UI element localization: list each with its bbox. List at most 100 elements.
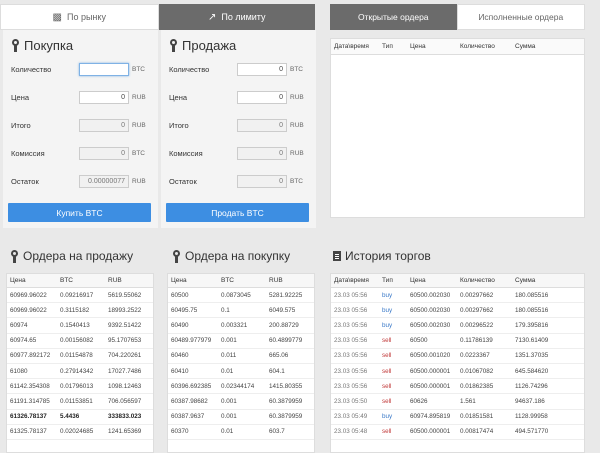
table-row[interactable]: 60495.75 0.1 6049.575	[168, 303, 314, 319]
table-row[interactable]: 23.03 05:50 sell 60626 1.561 94637.186	[331, 394, 584, 410]
buy-field-input[interactable]	[79, 90, 129, 104]
tab-market-label: По рынку	[66, 12, 106, 22]
table-cell: 17027.7486	[108, 367, 142, 375]
table-row[interactable]: 23.03 05:56 sell 60500 0.11786139 7130.61409	[331, 334, 584, 349]
column-header: BTC	[60, 277, 73, 284]
buy-orders-table: Цена BTC RUB 60500 0.0873045 5281.92225 60495…	[167, 273, 315, 453]
buy-orders-header: Цена BTC RUB	[168, 274, 314, 288]
table-row[interactable]: 60370 0.01 603.7	[168, 425, 314, 440]
open-orders-header: Дата\время Тип Цена Количество Сумма	[331, 39, 584, 55]
sell-orders-title: Ордера на продажу	[10, 249, 133, 263]
table-cell: 0.0223367	[460, 352, 490, 360]
table-cell: 0.1540413	[60, 321, 90, 329]
table-row[interactable]: 61080 0.27914342 17027.7486	[7, 364, 153, 380]
sell-row: Остаток BTC	[169, 174, 314, 188]
trade-type: buy	[382, 413, 393, 421]
table-row[interactable]: 23.03 05:56 sell 60500.000001 0.01862385 112…	[331, 379, 584, 395]
table-cell: 603.7	[269, 428, 285, 436]
table-row[interactable]: 60974 0.1540413 9392.51422	[7, 318, 153, 334]
table-cell: 60500.002030	[410, 291, 451, 299]
table-row[interactable]: 60410 0.01 604.1	[168, 364, 314, 380]
table-row[interactable]: 61326.78137 5.4436 333833.023	[7, 410, 153, 425]
sell-field-label: Количество	[169, 64, 210, 74]
trade-type: buy	[382, 321, 393, 329]
table-row[interactable]: 60500 0.0873045 5281.92225	[168, 288, 314, 304]
trade-history-table: Дата\время Тип Цена Количество Сумма 23.03 0…	[330, 273, 585, 453]
table-cell: 706.056597	[108, 397, 142, 405]
table-row[interactable]: 60490 0.003321 200.88729	[168, 318, 314, 334]
buy-field-unit: BTC	[132, 149, 145, 157]
buy-field-unit: RUB	[132, 93, 146, 101]
sell-orders-table: Цена BTC RUB 60969.96022 0.09216917 5619.550…	[6, 273, 154, 453]
table-cell: 23.03 05:56	[334, 367, 368, 375]
bar-chart-icon: ▩	[52, 11, 62, 23]
table-row[interactable]: 23.03 05:48 sell 60500.000001 0.00817474 494…	[331, 425, 584, 440]
table-row[interactable]: 60977.892172 0.01154878 704.220261	[7, 349, 153, 364]
tab-filled-orders[interactable]: Исполненные ордера	[456, 4, 585, 30]
sell-field-input[interactable]	[237, 90, 287, 104]
table-cell: 1126.74296	[515, 382, 548, 390]
table-cell: 0.01154878	[60, 352, 93, 360]
tab-open-orders[interactable]: Открытые ордера	[330, 4, 457, 30]
table-row[interactable]: 60460 0.011 665.06	[168, 349, 314, 364]
table-cell: 0.00817474	[460, 428, 494, 436]
trade-type: sell	[382, 352, 392, 360]
sell-btc-button[interactable]: Продать BTC	[166, 203, 309, 222]
table-row[interactable]: 60974.65 0.00156082 95.1707653	[7, 334, 153, 349]
table-cell: 0.0873045	[221, 291, 251, 299]
table-cell: 0.09216917	[60, 291, 94, 299]
table-row[interactable]: 60489.977979 0.001 60.4899779	[168, 334, 314, 349]
table-cell: 6049.575	[269, 306, 296, 314]
buy-field-unit: RUB	[132, 177, 146, 185]
table-cell: 60370	[171, 428, 189, 436]
buy-row: Цена RUB	[11, 90, 156, 104]
table-cell: 94637.186	[515, 397, 545, 405]
sell-row: Количество BTC	[169, 62, 314, 76]
sell-field-input[interactable]	[237, 62, 287, 76]
table-row[interactable]: 60969.96022 0.3115182 18993.2522	[7, 303, 153, 319]
table-row[interactable]: 61142.354308 0.01796013 1098.12463	[7, 379, 153, 395]
column-header: Сумма	[515, 43, 536, 50]
pin-icon	[169, 39, 178, 52]
table-cell: 200.88729	[269, 321, 299, 329]
table-row[interactable]: 23.03 05:49 buy 60974.895819 0.01851581 1128…	[331, 410, 584, 425]
buy-field-unit: RUB	[132, 121, 146, 129]
table-cell: 23.03 05:50	[334, 397, 368, 405]
table-row[interactable]: 61191.314785 0.01153851 706.056597	[7, 394, 153, 410]
table-row[interactable]: 23.03 05:56 sell 60500.001020 0.0223367 1351…	[331, 349, 584, 364]
table-cell: 0.27914342	[60, 367, 94, 375]
table-cell: 494.571770	[515, 428, 549, 436]
table-cell: 0.01	[221, 367, 234, 375]
tab-limit[interactable]: ↗ По лимиту	[158, 4, 315, 30]
table-cell: 18993.2522	[108, 306, 142, 314]
order-mode-tabs: ▩ По рынку ↗ По лимиту	[0, 4, 315, 30]
table-row[interactable]: 60387.98682 0.001 60.3879959	[168, 394, 314, 410]
table-row[interactable]: 61325.78137 0.02024685 1241.65369	[7, 425, 153, 440]
table-row[interactable]: 23.03 05:56 sell 60500.000001 0.01067082 645…	[331, 364, 584, 380]
buy-field-input[interactable]	[79, 62, 129, 76]
table-cell: 60500.000001	[410, 367, 451, 375]
table-row[interactable]: 23.03 05:56 buy 60500.002030 0.00297662 180.…	[331, 288, 584, 304]
table-cell: 0.00156082	[60, 337, 94, 345]
table-cell: 61191.314785	[10, 397, 50, 405]
table-row[interactable]: 60387.9637 0.001 60.3879959	[168, 410, 314, 425]
table-row[interactable]: 60396.692385 0.02344174 1415.80355	[168, 379, 314, 395]
table-cell: 180.085516	[515, 306, 549, 314]
buy-field-input	[79, 146, 129, 160]
buy-field-label: Итого	[11, 120, 31, 130]
table-cell: 1.561	[460, 397, 476, 405]
table-row[interactable]: 23.03 05:56 buy 60500.002030 0.00296522 179.…	[331, 318, 584, 334]
table-cell: 60.3879959	[269, 413, 303, 421]
sell-field-unit: RUB	[290, 93, 304, 101]
column-header: Дата\время	[334, 43, 369, 50]
buy-btc-button[interactable]: Купить BTC	[8, 203, 151, 222]
table-row[interactable]: 60969.96022 0.09216917 5619.55062	[7, 288, 153, 304]
trade-type: sell	[382, 397, 392, 405]
sell-form: Продажа КоличествоBTCЦенаRUBИтогоRUBКоми…	[161, 30, 316, 228]
sell-field-input	[237, 146, 287, 160]
tab-market[interactable]: ▩ По рынку	[0, 4, 159, 30]
orders-tabs: Открытые ордера Исполненные ордера	[330, 4, 585, 30]
table-cell: 665.06	[269, 352, 289, 360]
table-row[interactable]: 23.03 05:56 buy 60500.002030 0.00297662 180.…	[331, 303, 584, 319]
column-header: RUB	[108, 277, 122, 284]
